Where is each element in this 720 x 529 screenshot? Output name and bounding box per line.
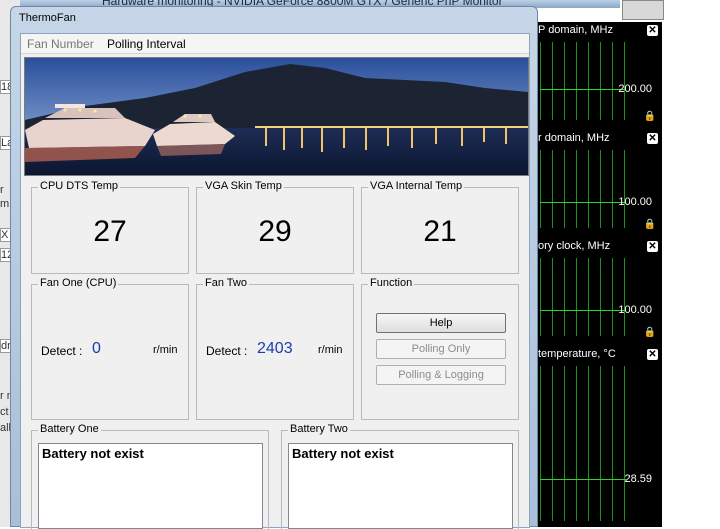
graph-line: [540, 202, 626, 203]
graph-value: 200.00: [618, 83, 652, 95]
harbor-night-scene: [25, 58, 528, 175]
groupbox-battery-one: Battery One Battery not exist: [31, 423, 269, 529]
detect-label: Detect :: [206, 344, 248, 358]
graph-title: P domain, MHz: [538, 24, 613, 36]
polling-logging-button[interactable]: Polling & Logging: [376, 365, 506, 385]
graph-panel: P domain, MHz ✕ 200.00 🔒: [534, 22, 662, 126]
groupbox-function: Function Help Polling Only Polling & Log…: [361, 277, 519, 420]
graph-value: 100.00: [618, 196, 652, 208]
fan-speed-value: 0: [92, 340, 101, 357]
graph-grid: [540, 150, 626, 228]
close-icon[interactable]: ✕: [647, 349, 658, 360]
fan-speed-unit: r/min: [318, 344, 343, 356]
lock-icon[interactable]: 🔒: [644, 219, 656, 230]
groupbox-fan-two: Fan Two Detect : 2403 r/min: [196, 277, 354, 420]
graph-value: 28.59: [624, 473, 652, 485]
battery-two-textbox[interactable]: Battery not exist: [288, 443, 513, 529]
groupbox-vga-internal-temp: VGA Internal Temp 21: [361, 180, 519, 274]
temperature-value: 21: [423, 215, 457, 248]
groupbox-fan-one: Fan One (CPU) Detect : 0 r/min: [31, 277, 189, 420]
detect-label: Detect :: [41, 344, 83, 358]
graph-panel: temperature, °C ✕ 28.59: [534, 346, 662, 527]
groupbox-label: VGA Internal Temp: [368, 180, 465, 192]
window-client-area: Fan Number Polling Interval CPU DTS Temp…: [20, 33, 530, 529]
menu-polling-interval[interactable]: Polling Interval: [107, 37, 186, 51]
temperature-value: 29: [258, 215, 292, 248]
graph-grid: [540, 42, 626, 120]
thermofan-window: ThermoFan Fan Number Polling Interval CP…: [10, 6, 538, 529]
fan-speed-unit: r/min: [153, 344, 178, 356]
lock-icon[interactable]: 🔒: [644, 327, 656, 338]
window-title: ThermoFan: [19, 12, 76, 24]
graph-grid: [540, 366, 626, 521]
graph-line: [540, 310, 626, 311]
banner-image: [24, 57, 529, 176]
groupbox-label: Battery Two: [288, 423, 350, 435]
menu-bar: Fan Number Polling Interval: [21, 34, 529, 54]
graph-value: 100.00: [618, 304, 652, 316]
menu-fan-number[interactable]: Fan Number: [27, 37, 94, 51]
graph-title: temperature, °C: [538, 348, 616, 360]
close-icon[interactable]: ✕: [647, 241, 658, 252]
groupbox-battery-two: Battery Two Battery not exist: [281, 423, 519, 529]
graph-title: ory clock, MHz: [538, 240, 611, 252]
temperature-value: 27: [93, 215, 127, 248]
groupbox-cpu-dts-temp: CPU DTS Temp 27: [31, 180, 189, 274]
battery-status-text: Battery not exist: [292, 446, 394, 461]
hardware-monitor-graphs: P domain, MHz ✕ 200.00 🔒 r domain, MHz ✕…: [534, 22, 662, 527]
lock-icon[interactable]: 🔒: [644, 111, 656, 122]
polling-only-button[interactable]: Polling Only: [376, 339, 506, 359]
graph-grid: [540, 258, 626, 336]
graph-panel: ory clock, MHz ✕ 100.00 🔒: [534, 238, 662, 342]
groupbox-label: Fan Two: [203, 277, 249, 289]
close-icon[interactable]: ✕: [647, 133, 658, 144]
background-window-control-buttons[interactable]: [622, 0, 664, 20]
battery-status-text: Battery not exist: [42, 446, 144, 461]
graph-panel: r domain, MHz ✕ 100.00 🔒: [534, 130, 662, 234]
graph-line: [540, 89, 626, 90]
graph-title: r domain, MHz: [538, 132, 610, 144]
graph-line: [540, 479, 626, 480]
close-icon[interactable]: ✕: [647, 25, 658, 36]
help-button[interactable]: Help: [376, 313, 506, 333]
groupbox-label: CPU DTS Temp: [38, 180, 121, 192]
groupbox-vga-skin-temp: VGA Skin Temp 29: [196, 180, 354, 274]
groupbox-label: Fan One (CPU): [38, 277, 119, 289]
battery-one-textbox[interactable]: Battery not exist: [38, 443, 263, 529]
groupbox-label: Battery One: [38, 423, 101, 435]
groupbox-label: Function: [368, 277, 415, 289]
fan-speed-value: 2403: [257, 340, 293, 357]
groupbox-label: VGA Skin Temp: [203, 180, 284, 192]
